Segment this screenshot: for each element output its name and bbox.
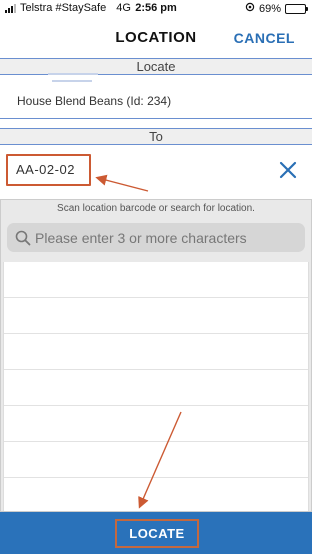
nav-header: LOCATION CANCEL [0,22,312,56]
search-input[interactable] [35,229,295,246]
list-item[interactable] [4,298,308,334]
list-item[interactable] [4,262,308,298]
locate-item-name: House Blend Beans (Id: 234) [17,94,172,108]
search-bar[interactable] [7,223,305,252]
bottom-action-bar: LOCATE [0,512,312,554]
section-header-locate: Locate [0,58,312,75]
clear-icon[interactable] [279,161,297,179]
cancel-button[interactable]: CANCEL [234,30,295,46]
location-field[interactable]: AA-02-02 [6,154,91,186]
scan-hint-text: Scan location barcode or search for loca… [57,203,255,214]
status-right: 69% [245,2,308,15]
list-item[interactable] [4,334,308,370]
scan-panel: Scan location barcode or search for loca… [0,199,312,512]
battery-percent: 69% [258,2,281,15]
divider [0,118,312,119]
list-item[interactable] [4,370,308,406]
search-results-list [3,262,309,511]
list-item[interactable] [4,406,308,442]
decorative-faint-text [48,71,102,87]
locate-button[interactable]: LOCATE [115,519,199,548]
list-item[interactable] [4,442,308,478]
status-bar: Telstra #StaySafe 4G 2:56 pm 69% [0,0,312,18]
screen: Telstra #StaySafe 4G 2:56 pm 69% LOCATIO… [0,0,312,554]
search-icon [15,230,31,246]
annotation-arrow-location [95,174,149,192]
section-header-to: To [0,128,312,145]
battery-icon [285,3,308,14]
orientation-lock-icon [245,2,255,15]
